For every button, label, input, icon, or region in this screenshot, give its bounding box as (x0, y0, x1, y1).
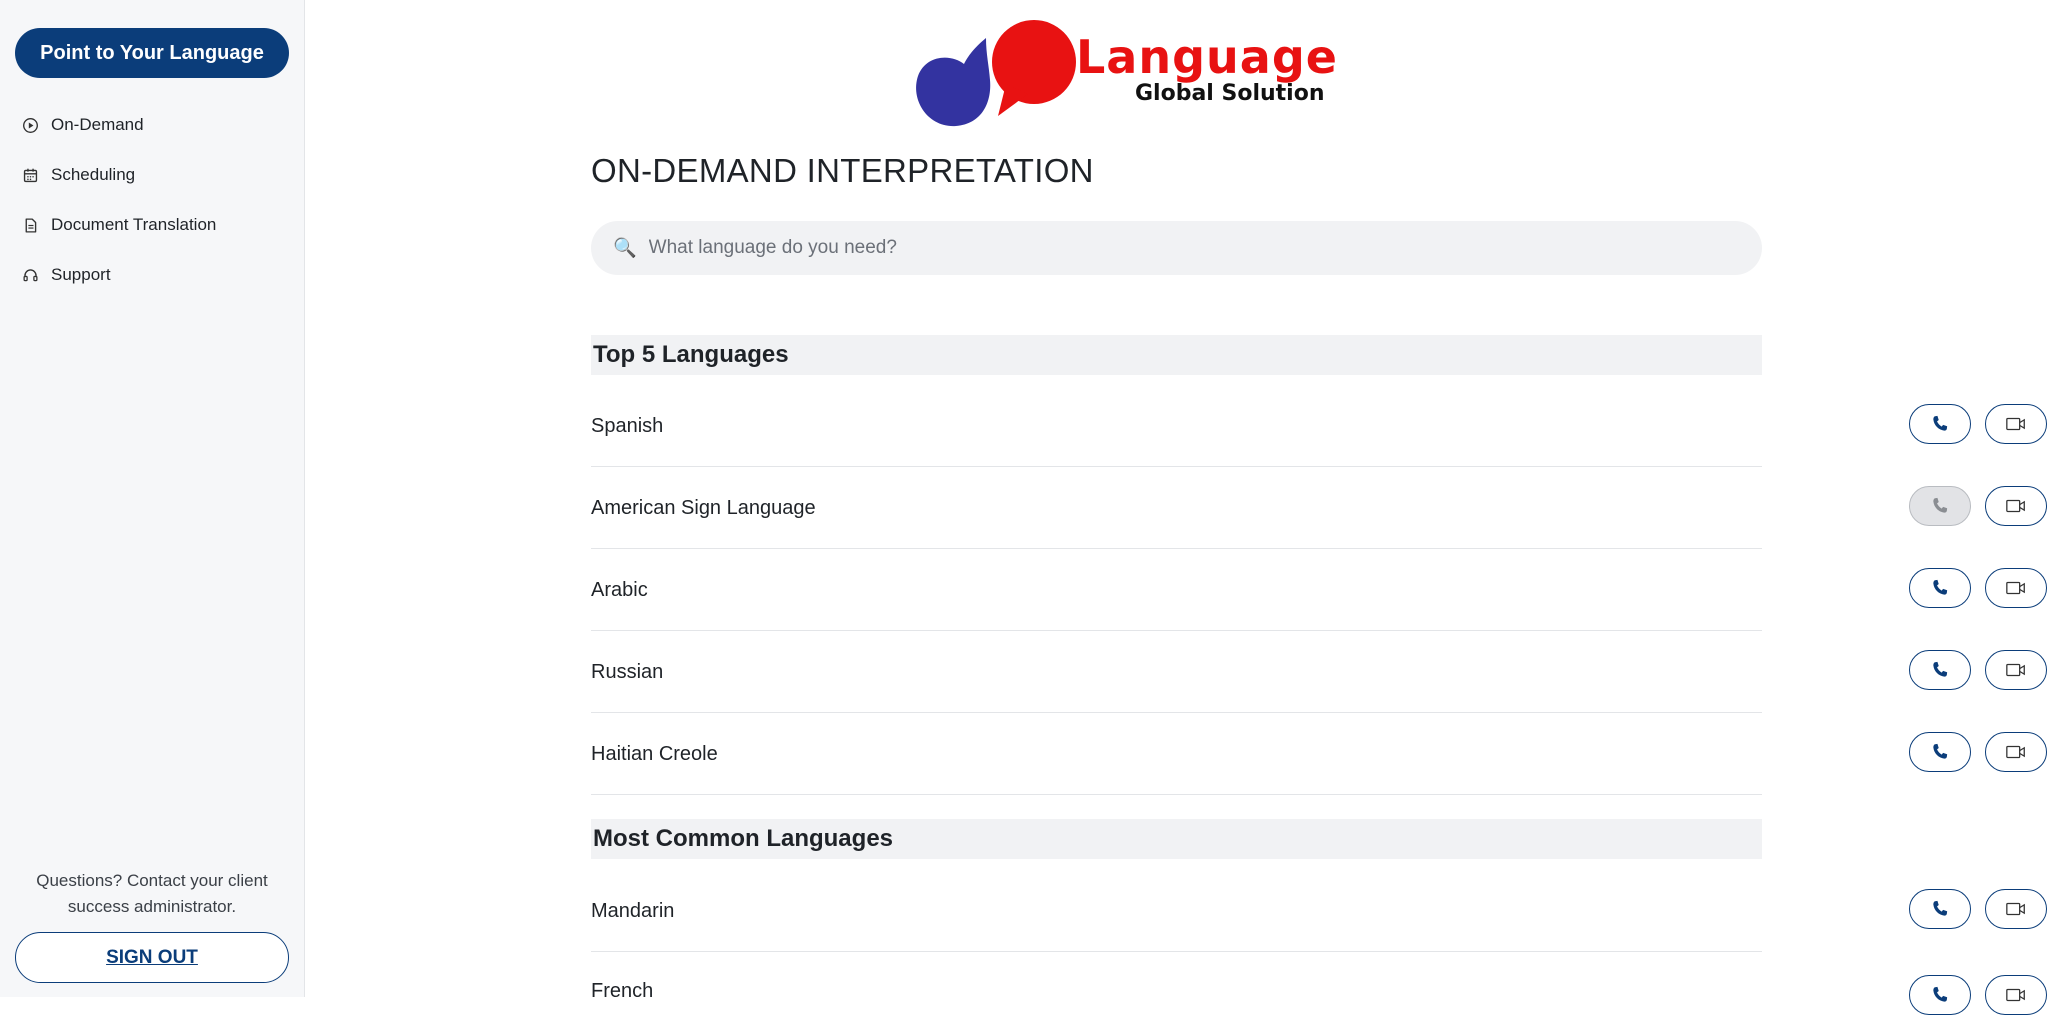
language-row: Haitian Creole (591, 713, 2047, 795)
sign-out-button[interactable]: SIGN OUT (15, 932, 289, 983)
headset-icon (22, 267, 39, 284)
main-content: Language Global Solution ON-DEMAND INTER… (306, 0, 2048, 1015)
phone-call-button[interactable] (1909, 404, 1971, 444)
phone-icon (1933, 415, 1948, 431)
section-heading-common-languages: Most Common Languages (591, 819, 1762, 859)
logo-word: Language (1076, 30, 1338, 84)
sidebar-item-scheduling[interactable]: Scheduling (0, 150, 305, 200)
phone-icon (1933, 900, 1948, 916)
video-camera-icon (2006, 745, 2025, 759)
search-icon: 🔍 (613, 238, 637, 259)
video-camera-icon (2006, 417, 2025, 431)
sidebar-item-on-demand[interactable]: On-Demand (0, 100, 305, 150)
video-call-button[interactable] (1985, 404, 2047, 444)
phone-call-button[interactable] (1909, 889, 1971, 929)
sidebar: Point to Your Language On-Demand Schedul… (0, 0, 305, 997)
video-call-button[interactable] (1985, 889, 2047, 929)
sidebar-item-support[interactable]: Support (0, 250, 305, 300)
sidebar-item-document-translation[interactable]: Document Translation (0, 200, 305, 250)
section-heading-top-languages: Top 5 Languages (591, 335, 1762, 375)
phone-call-button-disabled (1909, 486, 1971, 526)
video-camera-icon (2006, 581, 2025, 595)
logo-tagline: Global Solution (1135, 81, 1325, 106)
language-row: American Sign Language (591, 467, 2047, 549)
phone-call-button[interactable] (1909, 568, 1971, 608)
language-name: Arabic (591, 579, 648, 601)
language-row: Arabic (591, 549, 2047, 631)
sidebar-nav: On-Demand Scheduling Document Translatio… (0, 100, 305, 300)
language-name: Mandarin (591, 900, 675, 922)
phone-call-button[interactable] (1909, 650, 1971, 690)
language-name: Russian (591, 661, 664, 683)
point-to-your-language-button[interactable]: Point to Your Language (15, 28, 289, 78)
language-name: Haitian Creole (591, 743, 718, 765)
sidebar-item-label: On-Demand (51, 115, 144, 134)
video-camera-icon (2006, 499, 2025, 513)
language-name: Spanish (591, 415, 664, 437)
phone-icon (1933, 497, 1948, 513)
language-row: Spanish (591, 385, 2047, 467)
video-call-button[interactable] (1985, 975, 2047, 1015)
help-text: Questions? Contact your client success a… (36, 871, 268, 916)
language-row: Russian (591, 631, 2047, 713)
phone-call-button[interactable] (1909, 732, 1971, 772)
phone-icon (1933, 986, 1948, 1002)
video-call-button[interactable] (1985, 486, 2047, 526)
language-search: 🔍 (591, 221, 1762, 275)
sidebar-item-label: Support (51, 265, 111, 284)
phone-call-button[interactable] (1909, 975, 1971, 1015)
play-circle-icon (22, 117, 39, 134)
language-name: American Sign Language (591, 497, 816, 519)
sidebar-item-label: Scheduling (51, 165, 136, 184)
video-call-button[interactable] (1985, 732, 2047, 772)
search-input[interactable] (648, 237, 1729, 259)
video-camera-icon (2006, 988, 2025, 1002)
phone-icon (1933, 579, 1948, 595)
page-title: ON-DEMAND INTERPRETATION (591, 152, 1094, 189)
video-call-button[interactable] (1985, 568, 2047, 608)
phone-icon (1933, 661, 1948, 677)
calendar-icon (22, 167, 39, 184)
phone-icon (1933, 743, 1948, 759)
document-icon (22, 217, 39, 234)
language-row: French (591, 952, 2047, 1034)
language-row: Mandarin (591, 870, 2047, 952)
sidebar-item-label: Document Translation (51, 215, 217, 234)
video-camera-icon (2006, 902, 2025, 916)
video-call-button[interactable] (1985, 650, 2047, 690)
language-name: French (591, 980, 654, 1002)
video-camera-icon (2006, 663, 2025, 677)
